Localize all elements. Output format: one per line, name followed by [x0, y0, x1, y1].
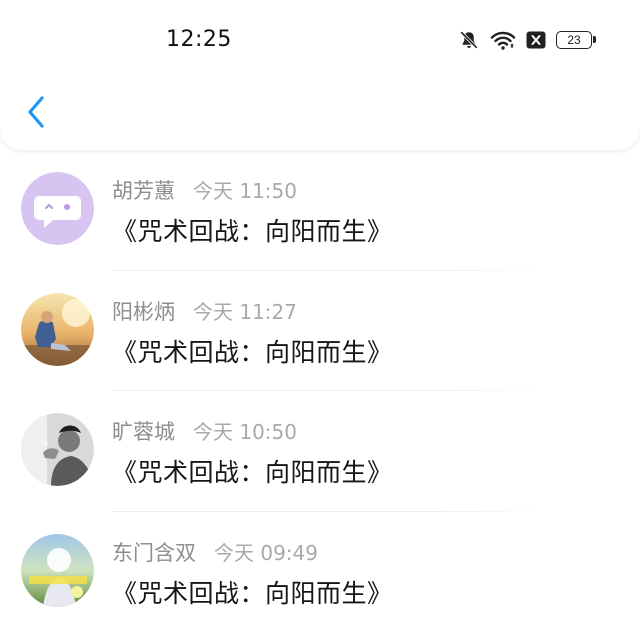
- sender-name: 阳彬炳: [112, 299, 175, 324]
- sender-name: 胡芳蕙: [112, 179, 175, 203]
- message-time: 今天 11:50: [193, 179, 297, 203]
- list-item[interactable]: 东门含双 今天 09:49 《咒术回战：向阳而生》: [0, 512, 640, 628]
- chevron-left-icon: [25, 94, 47, 134]
- monochrome-portrait-avatar[interactable]: [21, 413, 94, 486]
- wifi-icon: [490, 29, 516, 51]
- message-time: 今天 11:27: [193, 299, 297, 324]
- message-text: 《咒术回战：向阳而生》: [112, 458, 393, 487]
- message-time: 今天 09:49: [214, 540, 318, 565]
- back-button[interactable]: [18, 92, 54, 136]
- message-list: 胡芳蕙 今天 11:50 《咒术回战：向阳而生》 阳彬炳 今天 11:27 《咒…: [0, 150, 640, 628]
- header: 12:25 23: [0, 0, 640, 150]
- chat-bubble-avatar[interactable]: [21, 172, 94, 245]
- message-meta: 阳彬炳 今天 11:27: [112, 296, 297, 326]
- sender-name: 东门含双: [112, 540, 196, 565]
- message-meta: 旷蓉城 今天 10:50: [112, 416, 297, 446]
- bell-muted-icon: [458, 29, 480, 51]
- battery-icon: 23: [556, 31, 596, 49]
- message-meta: 胡芳蕙 今天 11:50: [112, 175, 297, 205]
- list-item[interactable]: 胡芳蕙 今天 11:50 《咒术回战：向阳而生》: [0, 150, 640, 271]
- sender-name: 旷蓉城: [112, 420, 175, 444]
- message-text: 《咒术回战：向阳而生》: [112, 337, 393, 367]
- list-item[interactable]: 旷蓉城 今天 10:50 《咒术回战：向阳而生》: [0, 391, 640, 512]
- autumn-photo-avatar[interactable]: [21, 292, 94, 366]
- message-text: 《咒术回战：向阳而生》: [112, 578, 393, 608]
- message-time: 今天 10:50: [193, 420, 297, 444]
- status-time: 12:25: [166, 27, 232, 52]
- status-icons: 23: [458, 28, 596, 52]
- photo-avatar[interactable]: [21, 533, 94, 607]
- message-meta: 东门含双 今天 09:49: [112, 537, 318, 567]
- message-list-screen: 12:25 23 胡芳蕙 今天 11:50 《咒术回战：向阳而生》 阳彬炳 今天…: [0, 0, 640, 628]
- message-text: 《咒术回战：向阳而生》: [112, 217, 393, 246]
- list-item[interactable]: 阳彬炳 今天 11:27 《咒术回战：向阳而生》: [0, 271, 640, 391]
- battery-level: 23: [567, 33, 581, 47]
- sim-blocked-icon: [526, 31, 546, 49]
